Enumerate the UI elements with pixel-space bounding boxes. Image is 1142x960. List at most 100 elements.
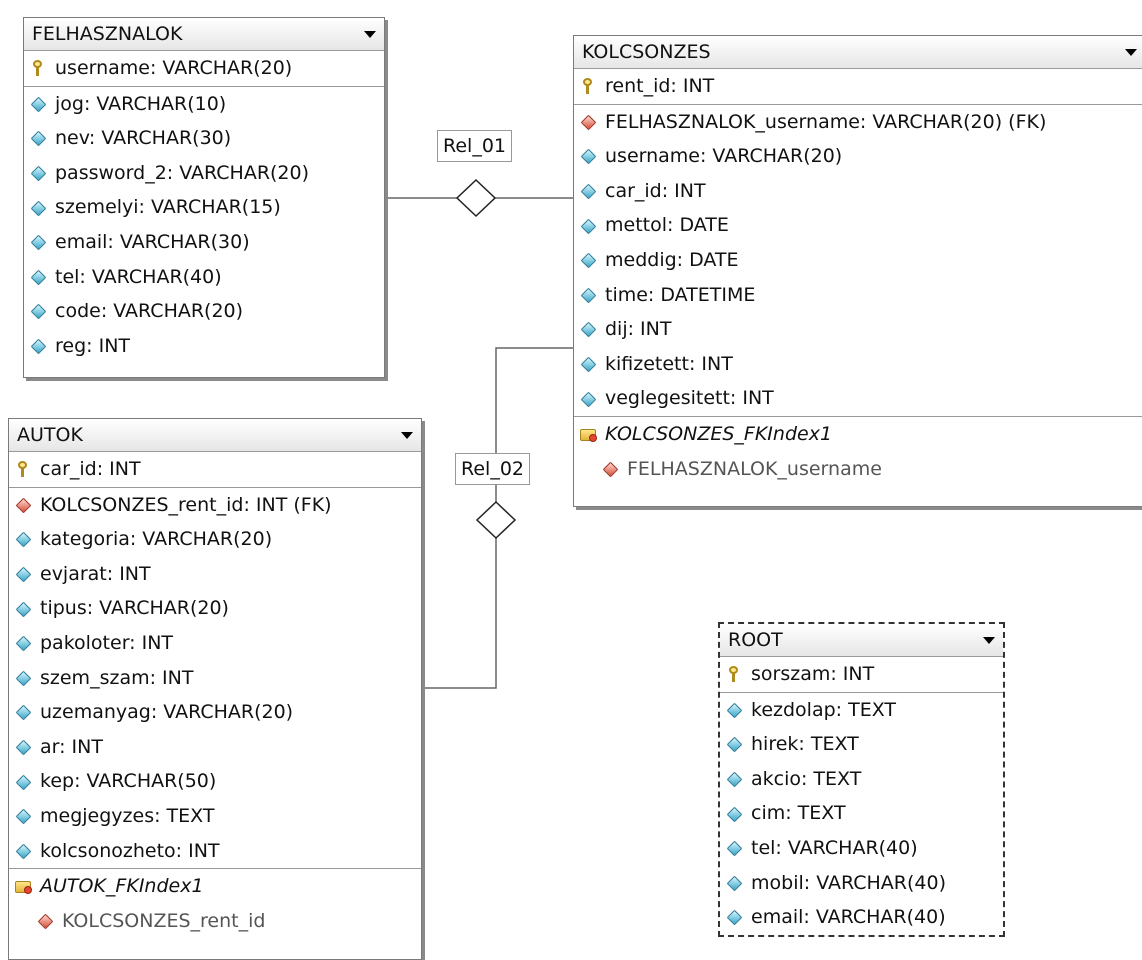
column-icon	[580, 321, 596, 337]
column-row[interactable]: pakoloter: INT	[9, 626, 421, 661]
column-icon	[30, 269, 46, 285]
column-icon	[726, 909, 742, 925]
column-row[interactable]: ar: INT	[9, 730, 421, 765]
fk-column[interactable]: FELHASZNALOK_username: VARCHAR(20) (FK)	[574, 103, 1142, 140]
column-icon	[726, 736, 742, 752]
column-icon	[15, 843, 31, 859]
table-header[interactable]: ROOT	[720, 624, 1003, 657]
column-row[interactable]: veglegesitett: INT	[574, 381, 1142, 416]
column-row[interactable]: mettol: DATE	[574, 208, 1142, 243]
column-row[interactable]: car_id: INT	[574, 174, 1142, 209]
column-icon	[15, 566, 31, 582]
column-row[interactable]: tel: VARCHAR(40)	[720, 831, 1003, 866]
pk-column[interactable]: sorszam: INT	[720, 657, 1003, 692]
column-icon	[30, 165, 46, 181]
pk-column[interactable]: rent_id: INT	[574, 69, 1142, 104]
column-icon	[15, 601, 31, 617]
index-row[interactable]: KOLCSONZES_FKIndex1	[574, 415, 1142, 452]
table-autok[interactable]: AUTOK car_id: INT KOLCSONZES_rent_id: IN…	[8, 418, 422, 960]
column-icon	[15, 635, 31, 651]
column-row[interactable]: tipus: VARCHAR(20)	[9, 591, 421, 626]
column-row[interactable]: tel: VARCHAR(40)	[24, 260, 384, 295]
column-row[interactable]: dij: INT	[574, 312, 1142, 347]
column-label: szem_szam: INT	[40, 666, 194, 689]
index-label: KOLCSONZES_FKIndex1	[605, 422, 833, 445]
index-row[interactable]: AUTOK_FKIndex1	[9, 868, 421, 904]
index-column-icon	[37, 913, 53, 929]
foreign-key-icon	[580, 114, 596, 130]
rel-01-label[interactable]: Rel_01	[437, 130, 512, 162]
column-icon	[30, 130, 46, 146]
column-row[interactable]: jog: VARCHAR(10)	[24, 85, 384, 122]
column-label: code: VARCHAR(20)	[55, 300, 244, 323]
column-icon	[726, 771, 742, 787]
primary-key-icon	[15, 461, 31, 478]
column-label: tel: VARCHAR(40)	[55, 265, 222, 288]
column-icon	[580, 218, 596, 234]
column-row[interactable]: mobil: VARCHAR(40)	[720, 866, 1003, 901]
column-icon	[30, 303, 46, 319]
column-icon	[726, 806, 742, 822]
index-column-row[interactable]: KOLCSONZES_rent_id	[9, 904, 421, 939]
column-label: reg: INT	[55, 334, 131, 357]
column-row[interactable]: cim: TEXT	[720, 796, 1003, 831]
column-row[interactable]: username: VARCHAR(20)	[574, 139, 1142, 174]
column-row[interactable]: kezdolap: TEXT	[720, 691, 1003, 728]
column-label: hirek: TEXT	[751, 733, 859, 756]
column-label: username: VARCHAR(20)	[605, 145, 843, 168]
pk-column[interactable]: car_id: INT	[9, 452, 421, 487]
table-felhasznalok[interactable]: FELHASZNALOK username: VARCHAR(20) jog: …	[23, 17, 385, 378]
dropdown-arrow-icon[interactable]	[1125, 49, 1137, 56]
column-row[interactable]: hirek: TEXT	[720, 727, 1003, 762]
column-row[interactable]: kifizetett: INT	[574, 347, 1142, 382]
column-row[interactable]: uzemanyag: VARCHAR(20)	[9, 695, 421, 730]
column-icon	[30, 200, 46, 216]
table-root[interactable]: ROOT sorszam: INT kezdolap: TEXT hirek: …	[718, 622, 1005, 937]
column-label: password_2: VARCHAR(20)	[55, 161, 310, 184]
column-row[interactable]: email: VARCHAR(30)	[24, 225, 384, 260]
column-label: meddig: DATE	[605, 248, 739, 271]
rel-02-diamond[interactable]	[475, 500, 517, 540]
column-row[interactable]: megjegyzes: TEXT	[9, 799, 421, 834]
column-row[interactable]: szem_szam: INT	[9, 661, 421, 696]
column-row[interactable]: szemelyi: VARCHAR(15)	[24, 190, 384, 225]
dropdown-arrow-icon[interactable]	[401, 432, 413, 439]
column-label: sorszam: INT	[751, 663, 875, 685]
column-label: akcio: TEXT	[751, 767, 862, 790]
table-title: FELHASZNALOK	[32, 23, 183, 45]
column-label: szemelyi: VARCHAR(15)	[55, 196, 281, 219]
table-title: KOLCSONZES	[582, 41, 711, 63]
column-row[interactable]: reg: INT	[24, 329, 384, 364]
column-row[interactable]: email: VARCHAR(40)	[720, 900, 1003, 935]
column-label: veglegesitett: INT	[605, 387, 774, 410]
fk-column[interactable]: KOLCSONZES_rent_id: INT (FK)	[9, 486, 421, 523]
column-row[interactable]: code: VARCHAR(20)	[24, 294, 384, 329]
column-row[interactable]: time: DATETIME	[574, 278, 1142, 313]
table-kolcsonzes[interactable]: KOLCSONZES rent_id: INT FELHASZNALOK_use…	[573, 35, 1142, 507]
index-folder-icon	[15, 878, 32, 895]
column-row[interactable]: kolcsonozheto: INT	[9, 834, 421, 869]
column-label: dij: INT	[605, 318, 672, 341]
column-label: jog: VARCHAR(10)	[55, 92, 227, 115]
column-row[interactable]: kep: VARCHAR(50)	[9, 764, 421, 799]
table-header[interactable]: FELHASZNALOK	[24, 18, 384, 51]
table-header[interactable]: AUTOK	[9, 419, 421, 452]
column-row[interactable]: kategoria: VARCHAR(20)	[9, 522, 421, 557]
rel-02-label[interactable]: Rel_02	[455, 453, 530, 485]
column-row[interactable]: nev: VARCHAR(30)	[24, 121, 384, 156]
pk-column[interactable]: username: VARCHAR(20)	[24, 51, 384, 86]
column-label: time: DATETIME	[605, 283, 756, 306]
er-diagram-canvas: Rel_01 Rel_02 FELHASZNALOK username: VAR…	[0, 0, 1142, 960]
column-label: kep: VARCHAR(50)	[40, 770, 217, 793]
dropdown-arrow-icon[interactable]	[983, 637, 995, 644]
column-label: ar: INT	[40, 735, 103, 758]
column-label: cim: TEXT	[751, 802, 846, 825]
column-row[interactable]: password_2: VARCHAR(20)	[24, 156, 384, 191]
dropdown-arrow-icon[interactable]	[364, 31, 376, 38]
column-row[interactable]: evjarat: INT	[9, 557, 421, 592]
rel-01-diamond[interactable]	[455, 178, 497, 218]
column-row[interactable]: akcio: TEXT	[720, 762, 1003, 797]
index-column-row[interactable]: FELHASZNALOK_username	[574, 452, 1142, 487]
table-header[interactable]: KOLCSONZES	[574, 36, 1142, 69]
column-row[interactable]: meddig: DATE	[574, 243, 1142, 278]
